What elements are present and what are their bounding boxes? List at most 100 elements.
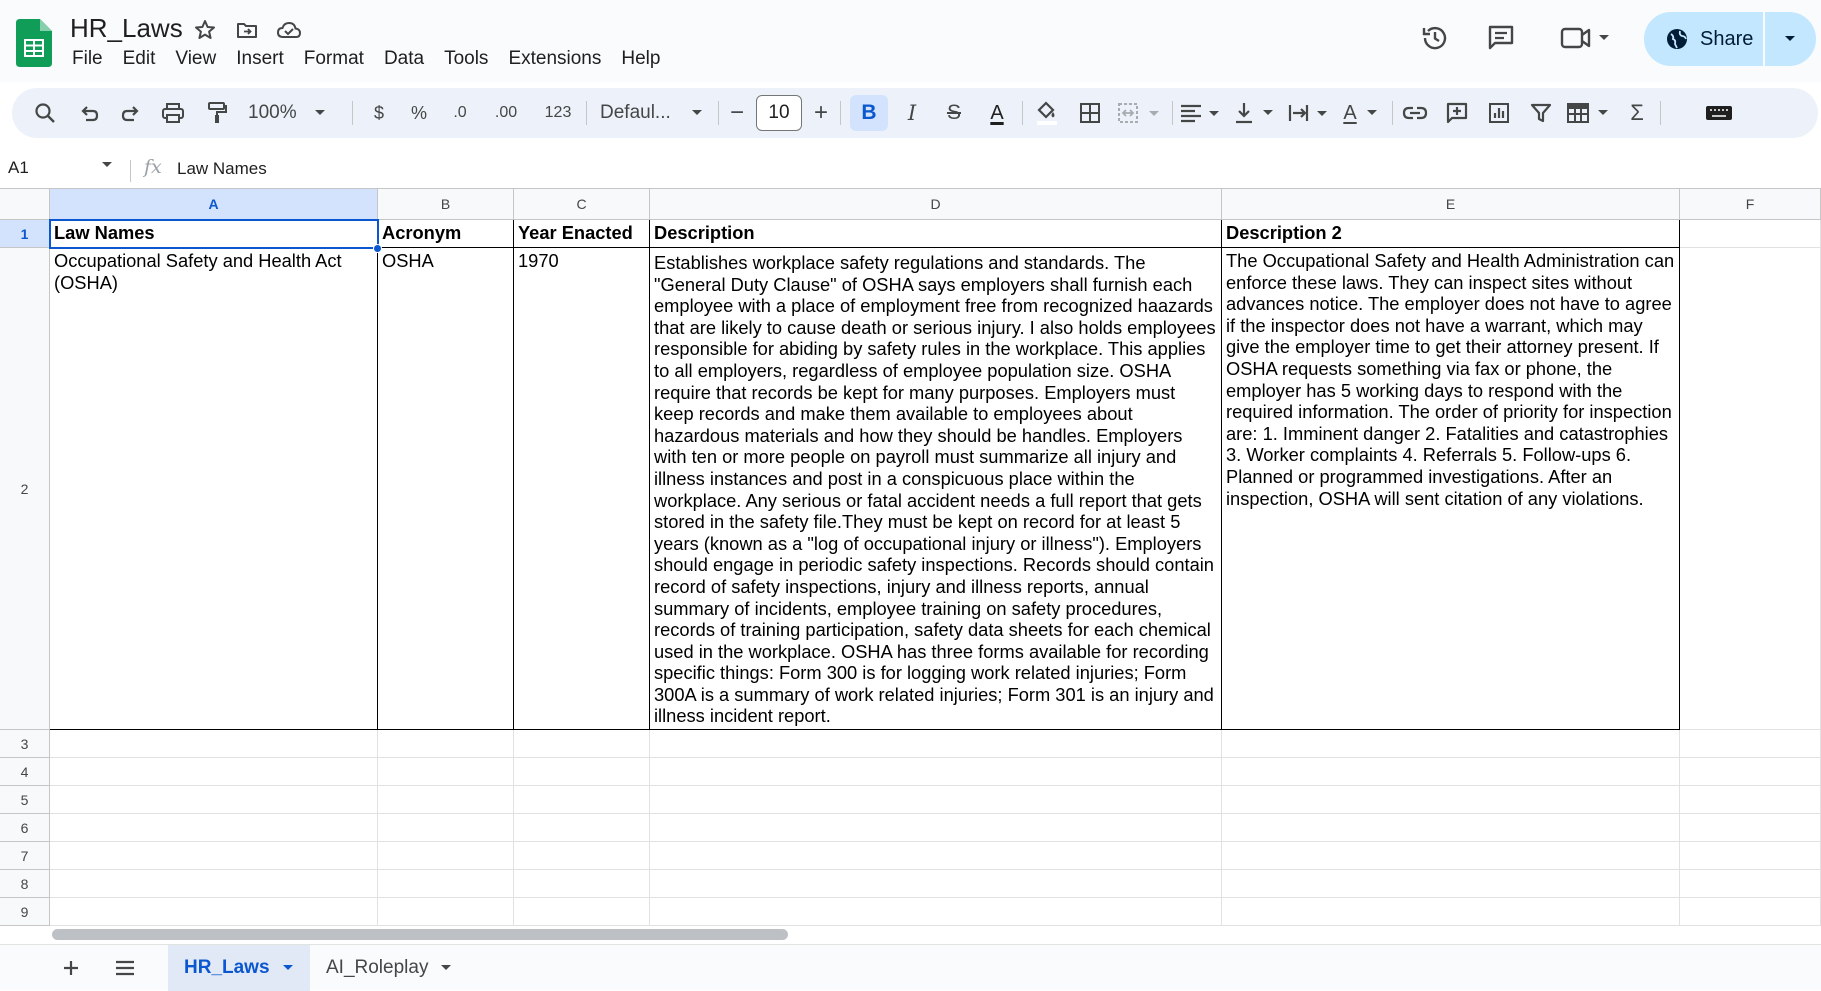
- font-size-input[interactable]: 10: [756, 95, 802, 131]
- empty-cell[interactable]: [50, 898, 378, 926]
- input-tools-keyboard-icon[interactable]: [1700, 95, 1738, 131]
- add-sheet-icon[interactable]: [56, 953, 86, 983]
- empty-cell[interactable]: [650, 730, 1222, 758]
- cell-f1[interactable]: [1680, 220, 1821, 248]
- row-header-8[interactable]: 8: [0, 870, 50, 898]
- insert-link-icon[interactable]: [1398, 95, 1432, 131]
- row-header-3[interactable]: 3: [0, 730, 50, 758]
- name-box[interactable]: A1: [8, 158, 29, 178]
- text-rotation-icon[interactable]: A: [1338, 95, 1384, 131]
- select-all-corner[interactable]: [0, 189, 50, 220]
- cell-f2[interactable]: [1680, 248, 1821, 730]
- all-sheets-menu-icon[interactable]: [110, 953, 140, 983]
- zoom-select[interactable]: 100%: [248, 95, 338, 131]
- empty-cell[interactable]: [378, 730, 514, 758]
- empty-cell[interactable]: [514, 758, 650, 786]
- empty-cell[interactable]: [378, 870, 514, 898]
- empty-cell[interactable]: [650, 898, 1222, 926]
- sheet-tab-ai-roleplay[interactable]: AI_Roleplay: [310, 945, 468, 991]
- cell-b1[interactable]: Acronym: [378, 220, 514, 248]
- document-title[interactable]: HR_Laws: [70, 13, 183, 44]
- share-dropdown-button[interactable]: [1765, 12, 1814, 66]
- menu-extensions[interactable]: Extensions: [498, 46, 611, 74]
- empty-cell[interactable]: [514, 814, 650, 842]
- empty-cell[interactable]: [50, 786, 378, 814]
- empty-cell[interactable]: [50, 814, 378, 842]
- name-box-caret-icon[interactable]: [100, 160, 114, 170]
- share-main-button[interactable]: Share: [1644, 12, 1765, 66]
- empty-cell[interactable]: [50, 730, 378, 758]
- menu-format[interactable]: Format: [294, 46, 374, 74]
- borders-icon[interactable]: [1074, 95, 1106, 131]
- row-header-1[interactable]: 1: [0, 220, 50, 248]
- redo-icon[interactable]: [116, 95, 146, 131]
- cell-d1[interactable]: Description: [650, 220, 1222, 248]
- cell-c1[interactable]: Year Enacted: [514, 220, 650, 248]
- row-header-7[interactable]: 7: [0, 842, 50, 870]
- empty-cell[interactable]: [650, 842, 1222, 870]
- empty-cell[interactable]: [514, 842, 650, 870]
- menu-tools[interactable]: Tools: [434, 46, 498, 74]
- vertical-align-icon[interactable]: [1232, 95, 1278, 131]
- row-header-2[interactable]: 2: [0, 248, 50, 730]
- spreadsheet-grid[interactable]: A B C D E F 1 2 3 4 5 6 7 8 9 Law Names …: [0, 188, 1821, 928]
- empty-cell[interactable]: [514, 870, 650, 898]
- more-formats-button[interactable]: 123: [540, 95, 576, 131]
- empty-cell[interactable]: [378, 842, 514, 870]
- print-icon[interactable]: [158, 95, 188, 131]
- row-header-4[interactable]: 4: [0, 758, 50, 786]
- version-history-icon[interactable]: [1415, 18, 1455, 58]
- empty-cell[interactable]: [650, 870, 1222, 898]
- format-currency-button[interactable]: $: [366, 95, 392, 131]
- empty-cell[interactable]: [1222, 758, 1680, 786]
- star-icon[interactable]: [190, 15, 220, 45]
- column-header-b[interactable]: B: [378, 189, 514, 220]
- text-color-button[interactable]: A: [980, 95, 1014, 131]
- empty-cell[interactable]: [378, 814, 514, 842]
- empty-cell[interactable]: [50, 842, 378, 870]
- strikethrough-button[interactable]: S: [938, 95, 970, 131]
- empty-cell[interactable]: [1680, 842, 1821, 870]
- menu-data[interactable]: Data: [374, 46, 434, 74]
- increase-font-size-button[interactable]: +: [808, 95, 834, 131]
- sheet-tab-hr-laws[interactable]: HR_Laws: [168, 945, 310, 991]
- cell-a1[interactable]: Law Names: [50, 220, 378, 248]
- increase-decimal-button[interactable]: .00: [486, 95, 526, 131]
- undo-icon[interactable]: [74, 95, 104, 131]
- empty-cell[interactable]: [50, 870, 378, 898]
- paint-format-icon[interactable]: [202, 95, 232, 131]
- row-header-9[interactable]: 9: [0, 898, 50, 926]
- empty-cell[interactable]: [1680, 730, 1821, 758]
- font-family-select[interactable]: Defaul...: [592, 95, 712, 131]
- menu-help[interactable]: Help: [611, 46, 670, 74]
- empty-cell[interactable]: [50, 758, 378, 786]
- insert-comment-icon[interactable]: [1440, 95, 1474, 131]
- horizontal-scrollbar[interactable]: [52, 929, 788, 940]
- format-percent-button[interactable]: %: [406, 95, 432, 131]
- functions-button[interactable]: Σ: [1622, 95, 1652, 131]
- empty-cell[interactable]: [1680, 814, 1821, 842]
- formula-input[interactable]: Law Names: [177, 159, 267, 179]
- empty-cell[interactable]: [1222, 898, 1680, 926]
- cell-b2[interactable]: OSHA: [378, 248, 514, 730]
- empty-cell[interactable]: [1222, 842, 1680, 870]
- empty-cell[interactable]: [514, 898, 650, 926]
- menu-view[interactable]: View: [165, 46, 226, 74]
- cell-e1[interactable]: Description 2: [1222, 220, 1680, 248]
- empty-cell[interactable]: [514, 730, 650, 758]
- column-header-e[interactable]: E: [1222, 189, 1680, 220]
- empty-cell[interactable]: [650, 814, 1222, 842]
- column-header-c[interactable]: C: [514, 189, 650, 220]
- decrease-decimal-button[interactable]: .0: [444, 95, 476, 131]
- meet-video-icon[interactable]: [1556, 18, 1616, 58]
- search-menus-icon[interactable]: [30, 95, 60, 131]
- horizontal-align-icon[interactable]: [1178, 95, 1224, 131]
- fill-handle[interactable]: [373, 244, 382, 253]
- menu-insert[interactable]: Insert: [226, 46, 294, 74]
- empty-cell[interactable]: [1680, 898, 1821, 926]
- empty-cell[interactable]: [1680, 870, 1821, 898]
- cell-c2[interactable]: 1970: [514, 248, 650, 730]
- italic-button[interactable]: I: [896, 95, 928, 131]
- empty-cell[interactable]: [1680, 786, 1821, 814]
- empty-cell[interactable]: [1222, 814, 1680, 842]
